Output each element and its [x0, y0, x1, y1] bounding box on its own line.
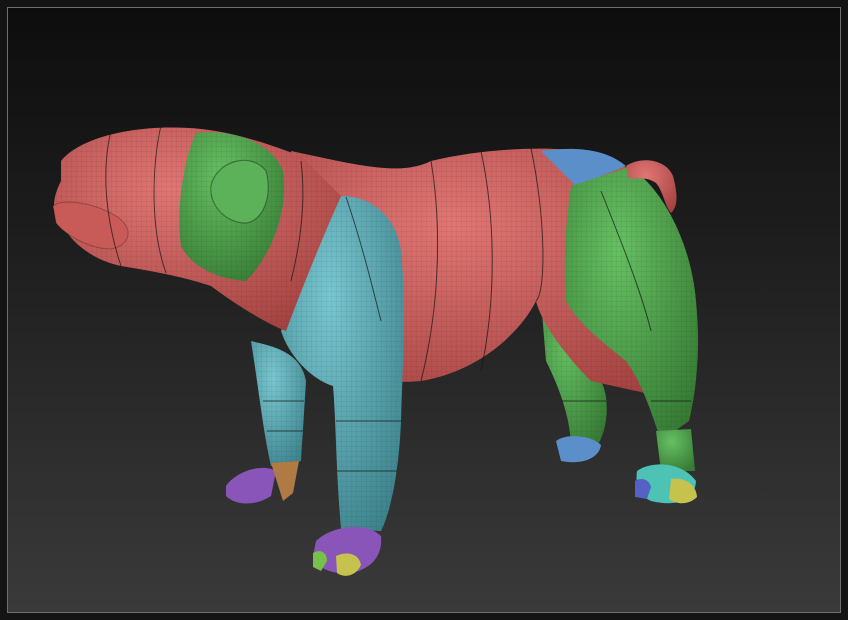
- dog-model: [52, 124, 699, 576]
- viewport-frame: [0, 0, 848, 620]
- front-leg-left: [226, 341, 306, 504]
- 3d-viewport[interactable]: [7, 7, 841, 613]
